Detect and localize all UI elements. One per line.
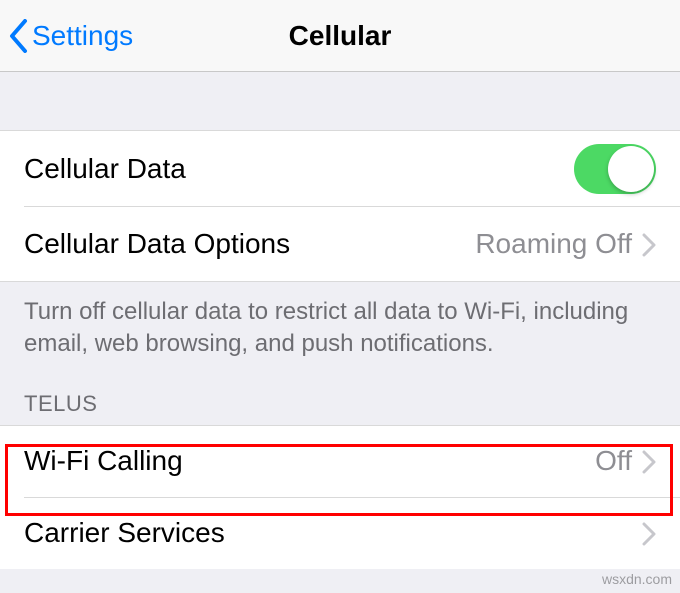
wifi-calling-value: Off bbox=[595, 445, 632, 477]
carrier-services-label: Carrier Services bbox=[24, 517, 225, 549]
group-spacer bbox=[0, 72, 680, 130]
cellular-data-label: Cellular Data bbox=[24, 153, 186, 185]
back-label: Settings bbox=[32, 20, 133, 52]
carrier-services-row[interactable]: Carrier Services bbox=[0, 497, 680, 569]
watermark: wsxdn.com bbox=[602, 571, 672, 587]
chevron-right-icon bbox=[642, 521, 656, 545]
navigation-bar: Settings Cellular bbox=[0, 0, 680, 72]
cell-right: Roaming Off bbox=[475, 228, 656, 260]
cellular-data-options-value: Roaming Off bbox=[475, 228, 632, 260]
section-header-telus: TELUS bbox=[0, 361, 680, 425]
chevron-right-icon bbox=[642, 449, 656, 473]
group-footer-text: Turn off cellular data to restrict all d… bbox=[0, 282, 680, 361]
cellular-data-switch[interactable] bbox=[574, 144, 656, 194]
cell-right bbox=[642, 521, 656, 545]
chevron-right-icon bbox=[642, 232, 656, 256]
switch-knob bbox=[608, 146, 654, 192]
chevron-left-icon bbox=[8, 19, 28, 53]
wifi-calling-label: Wi-Fi Calling bbox=[24, 445, 183, 477]
wifi-calling-row[interactable]: Wi-Fi Calling Off bbox=[0, 425, 680, 497]
back-button[interactable]: Settings bbox=[0, 19, 133, 53]
cellular-data-options-label: Cellular Data Options bbox=[24, 228, 290, 260]
cellular-data-options-row[interactable]: Cellular Data Options Roaming Off bbox=[0, 206, 680, 282]
cellular-data-row[interactable]: Cellular Data bbox=[0, 130, 680, 206]
cell-right: Off bbox=[595, 445, 656, 477]
page-title: Cellular bbox=[289, 20, 392, 52]
